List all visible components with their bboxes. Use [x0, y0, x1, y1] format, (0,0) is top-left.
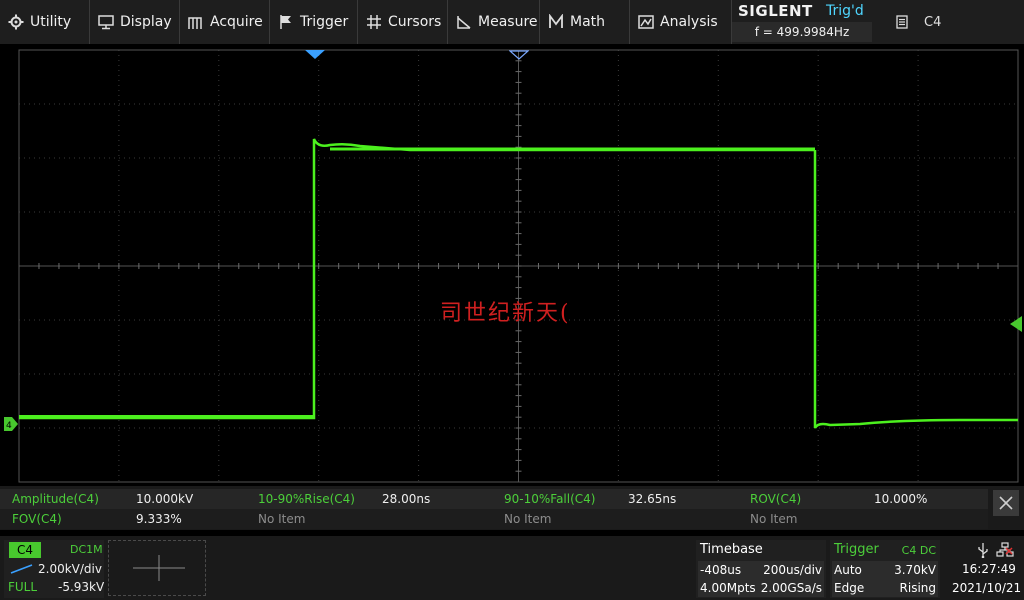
timebase-delay: -408us — [700, 563, 742, 577]
measure-empty-value — [862, 509, 988, 529]
measure-icon — [456, 14, 472, 30]
close-measure-button[interactable] — [993, 490, 1019, 516]
active-channel-label: C4 — [924, 14, 942, 30]
menu-analysis-label: Analysis — [660, 14, 718, 30]
trigger-row: Edge Rising — [832, 579, 938, 597]
menu-math[interactable]: Math — [540, 0, 630, 44]
measure-label[interactable]: FOV(C4) — [0, 509, 124, 529]
measure-label[interactable]: ROV(C4) — [738, 489, 862, 509]
trigger-title: Trigger — [834, 542, 879, 557]
probe-icon — [10, 564, 33, 574]
menu-trigger[interactable]: Trigger — [270, 0, 358, 44]
menu-measure[interactable]: Measure — [448, 0, 540, 44]
gear-icon — [8, 14, 24, 30]
timebase-panel[interactable]: Timebase -408us 200us/div 4.00Mpts 2.00G… — [696, 540, 826, 598]
trigger-source: C4 DC — [901, 544, 936, 557]
cursor-grid-icon — [366, 14, 382, 30]
measure-empty-value — [616, 509, 738, 529]
channel-bandwidth: FULL — [8, 580, 38, 594]
network-icon — [996, 542, 1014, 557]
frequency-counter: f = 499.9984Hz — [732, 22, 872, 42]
close-icon — [999, 496, 1013, 510]
menu-utility-label: Utility — [30, 14, 72, 30]
monitor-icon — [98, 14, 114, 30]
menu-bar: Utility Display Acquire Trigger Cursors … — [0, 0, 1024, 44]
channel-offset-marker[interactable]: 4 — [4, 417, 18, 431]
measurement-panel: Amplitude(C4) 10.000kV 10-90%Rise(C4) 28… — [0, 486, 1024, 530]
channel-selector[interactable]: C4 — [888, 0, 1024, 44]
brand-logo: SIGLENT — [738, 2, 813, 20]
sample-rate: 2.00GSa/s — [760, 581, 822, 595]
measure-value: 9.333% — [124, 509, 246, 529]
timebase-scale: 200us/div — [763, 563, 822, 577]
document-icon — [896, 15, 908, 29]
menu-acquire-label: Acquire — [210, 14, 263, 30]
trigger-row: Auto 3.70kV — [832, 561, 938, 579]
measure-empty-value — [370, 509, 492, 529]
channel-tag: C4 — [9, 542, 41, 558]
waveform-preview — [108, 540, 206, 596]
brand-panel: SIGLENT Trig'd f = 499.9984Hz — [732, 0, 872, 44]
menu-display-label: Display — [120, 14, 172, 30]
measure-value: 32.65ns — [616, 489, 738, 509]
waveform-display[interactable]: 4 — [0, 44, 1024, 484]
menu-acquire[interactable]: Acquire — [180, 0, 270, 44]
trigger-position-marker[interactable] — [305, 50, 325, 60]
menu-cursors-label: Cursors — [388, 14, 442, 30]
menu-cursors[interactable]: Cursors — [358, 0, 448, 44]
timebase-row: -408us 200us/div — [698, 561, 824, 579]
channel-offset: -5.93kV — [58, 580, 105, 594]
menu-analysis[interactable]: Analysis — [630, 0, 732, 44]
menu-trigger-label: Trigger — [300, 14, 349, 30]
svg-text:4: 4 — [6, 421, 12, 431]
timebase-title: Timebase — [700, 542, 763, 557]
center-marker — [509, 50, 529, 60]
measure-empty-slot[interactable]: No Item — [738, 509, 862, 529]
acquire-icon — [188, 14, 204, 30]
trigger-status: Trig'd — [826, 3, 864, 19]
menu-math-label: Math — [570, 14, 606, 30]
memory-depth: 4.00Mpts — [700, 581, 756, 595]
channel-scale: 2.00kV/div — [38, 562, 102, 576]
watermark-text: 司世纪新天( — [440, 301, 571, 326]
clock-date: 2021/10/21 — [952, 581, 1022, 595]
trigger-level: 3.70kV — [894, 563, 936, 577]
trigger-slope: Rising — [899, 581, 936, 595]
channel-4-info[interactable]: C4 DC1M 2.00kV/div FULL -5.93kV — [4, 540, 104, 598]
clock-panel: 16:27:49 2021/10/21 — [944, 540, 1022, 598]
menu-measure-label: Measure — [478, 14, 538, 30]
measure-value: 28.00ns — [370, 489, 492, 509]
clock-time: 16:27:49 — [962, 562, 1016, 576]
measure-empty-slot[interactable]: No Item — [492, 509, 616, 529]
measure-label[interactable]: Amplitude(C4) — [0, 489, 124, 509]
usb-icon — [978, 543, 988, 558]
flag-icon — [278, 14, 294, 30]
analysis-icon — [638, 14, 654, 30]
channel-coupling: DC1M — [70, 543, 103, 556]
measure-value: 10.000% — [862, 489, 988, 509]
measure-empty-slot[interactable]: No Item — [246, 509, 370, 529]
measure-label[interactable]: 90-10%Fall(C4) — [492, 489, 616, 509]
trigger-mode: Auto — [834, 563, 862, 577]
measure-value: 10.000kV — [124, 489, 246, 509]
timebase-row: 4.00Mpts 2.00GSa/s — [698, 579, 824, 597]
trigger-type: Edge — [834, 581, 865, 595]
trigger-panel[interactable]: Trigger C4 DC Auto 3.70kV Edge Rising — [830, 540, 940, 598]
menu-display[interactable]: Display — [90, 0, 180, 44]
trigger-level-marker[interactable] — [1010, 316, 1022, 332]
measure-label[interactable]: 10-90%Rise(C4) — [246, 489, 370, 509]
menu-utility[interactable]: Utility — [0, 0, 90, 44]
math-icon — [548, 14, 564, 30]
